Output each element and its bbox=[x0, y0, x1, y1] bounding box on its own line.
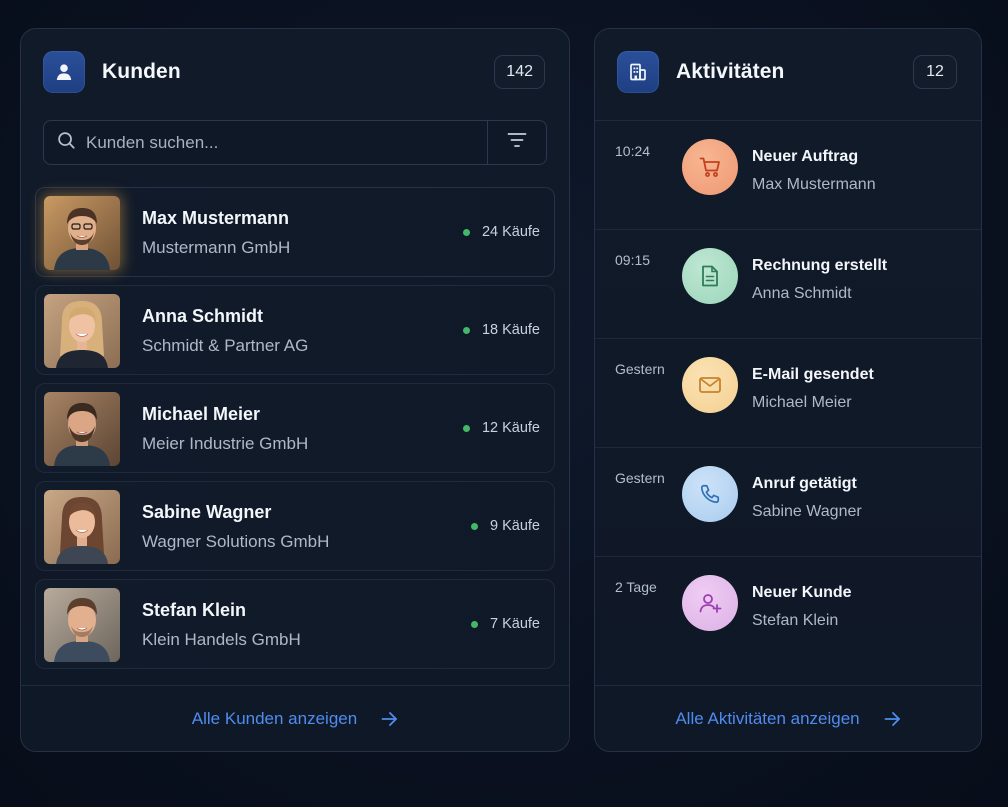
purchase-count: 7 Käufe bbox=[490, 616, 540, 632]
status-dot-icon bbox=[462, 424, 470, 432]
activity-item[interactable]: 09:15 Rechnung erstellt Anna Schmidt bbox=[595, 229, 981, 338]
activities-panel-footer: Alle Aktivitäten anzeigen bbox=[595, 685, 981, 751]
customer-name: Sabine Wagner bbox=[142, 502, 272, 522]
customer-row[interactable]: Stefan Klein Klein Handels GmbH 7 Käufe bbox=[35, 579, 555, 669]
activity-item[interactable]: 10:24 Neuer Auftrag Max Mustermann bbox=[595, 120, 981, 229]
status-dot-icon bbox=[462, 326, 470, 334]
customer-company: Klein Handels GmbH bbox=[142, 630, 301, 649]
customers-panel-footer: Alle Kunden anzeigen bbox=[21, 685, 569, 751]
customer-search-input[interactable] bbox=[86, 132, 466, 153]
activity-item[interactable]: Gestern E-Mail gesendet Michael Meier bbox=[595, 338, 981, 447]
activities-count-badge: 12 bbox=[913, 55, 957, 89]
activity-title: Anruf getätigt bbox=[752, 475, 857, 492]
status-dot-icon bbox=[462, 228, 470, 236]
view-all-customers-label: Alle Kunden anzeigen bbox=[191, 708, 358, 728]
customer-name: Anna Schmidt bbox=[142, 306, 264, 326]
phone-icon bbox=[682, 466, 738, 522]
customers-panel-title: Kunden bbox=[102, 60, 181, 83]
customer-row[interactable]: Michael Meier Meier Industrie GmbH 12 Kä… bbox=[35, 383, 555, 473]
search-icon bbox=[57, 131, 76, 155]
activity-list: 10:24 Neuer Auftrag Max Mustermann 09:15… bbox=[595, 120, 981, 665]
status-dot-icon bbox=[471, 620, 478, 628]
activity-subtitle: Max Mustermann bbox=[752, 176, 876, 193]
customer-search-bar bbox=[43, 120, 547, 165]
purchase-count: 9 Käufe bbox=[490, 518, 540, 534]
view-all-activities-label: Alle Aktivitäten anzeigen bbox=[675, 708, 860, 728]
activity-title: E-Mail gesendet bbox=[752, 366, 874, 383]
customer-name: Max Mustermann bbox=[142, 208, 290, 228]
avatar bbox=[44, 196, 120, 270]
customer-purchases: 12 Käufe bbox=[462, 420, 540, 436]
activity-title: Neuer Auftrag bbox=[752, 148, 859, 165]
user-plus-icon bbox=[682, 575, 738, 631]
document-icon bbox=[682, 248, 738, 304]
view-all-customers-link[interactable]: Alle Kunden anzeigen bbox=[192, 709, 398, 729]
avatar bbox=[44, 490, 120, 564]
purchase-count: 18 Käufe bbox=[481, 322, 540, 338]
activity-subtitle: Michael Meier bbox=[752, 394, 852, 411]
customer-row[interactable]: Max Mustermann Mustermann GmbH 24 Käufe bbox=[35, 187, 555, 277]
customer-company: Mustermann GmbH bbox=[142, 238, 291, 257]
activity-item[interactable]: 2 Tage Neuer Kunde Stefan Klein bbox=[595, 556, 981, 665]
customer-company: Meier Industrie GmbH bbox=[142, 434, 309, 453]
customer-name: Stefan Klein bbox=[142, 600, 247, 620]
avatar bbox=[44, 588, 120, 662]
avatar bbox=[44, 392, 120, 466]
activity-item[interactable]: Gestern Anruf getätigt Sabine Wagner bbox=[595, 447, 981, 556]
customer-list: Max Mustermann Mustermann GmbH 24 Käufe bbox=[35, 187, 555, 677]
avatar bbox=[44, 294, 120, 368]
customers-count-badge: 142 bbox=[494, 55, 545, 89]
activities-panel-header: Aktivitäten 12 bbox=[595, 29, 981, 115]
customer-row[interactable]: Anna Schmidt Schmidt & Partner AG 18 Käu… bbox=[35, 285, 555, 375]
activities-panel: Aktivitäten 12 10:24 Neuer Auftrag Max M… bbox=[594, 28, 982, 752]
view-all-activities-link[interactable]: Alle Aktivitäten anzeigen bbox=[675, 709, 900, 729]
status-dot-icon bbox=[471, 522, 478, 530]
cart-icon bbox=[682, 139, 738, 195]
activity-time: 10:24 bbox=[615, 143, 651, 159]
activity-subtitle: Anna Schmidt bbox=[752, 285, 852, 302]
customer-company: Wagner Solutions GmbH bbox=[142, 532, 330, 551]
customer-search-field[interactable] bbox=[44, 121, 487, 164]
activities-panel-title: Aktivitäten bbox=[676, 60, 785, 83]
purchase-count: 12 Käufe bbox=[481, 420, 540, 436]
arrow-right-icon bbox=[381, 711, 398, 726]
building-icon bbox=[617, 51, 659, 93]
customers-panel-header: Kunden 142 bbox=[21, 29, 569, 115]
mail-icon bbox=[682, 357, 738, 413]
customer-name: Michael Meier bbox=[142, 404, 261, 424]
customer-purchases: 18 Käufe bbox=[462, 322, 540, 338]
customer-row[interactable]: Sabine Wagner Wagner Solutions GmbH 9 Kä… bbox=[35, 481, 555, 571]
activity-title: Rechnung erstellt bbox=[752, 257, 888, 274]
filter-button[interactable] bbox=[488, 121, 546, 164]
customers-panel: Kunden 142 Kunden suchen... Max Musterma… bbox=[20, 28, 570, 752]
user-icon bbox=[43, 51, 85, 93]
filter-icon bbox=[507, 132, 527, 153]
customer-purchases: 9 Käufe bbox=[471, 518, 540, 534]
customer-purchases: 7 Käufe bbox=[471, 616, 540, 632]
activity-subtitle: Stefan Klein bbox=[752, 612, 839, 629]
activity-time: 09:15 bbox=[615, 252, 651, 268]
activity-time: Gestern bbox=[615, 470, 665, 486]
customer-company: Schmidt & Partner AG bbox=[142, 336, 309, 355]
activity-title: Neuer Kunde bbox=[752, 584, 852, 601]
activity-time: 2 Tage bbox=[615, 579, 657, 595]
arrow-right-icon bbox=[884, 711, 900, 726]
purchase-count: 24 Käufe bbox=[481, 224, 540, 240]
customer-purchases: 24 Käufe bbox=[462, 224, 540, 240]
activity-time: Gestern bbox=[615, 361, 665, 377]
activity-subtitle: Sabine Wagner bbox=[752, 503, 862, 520]
